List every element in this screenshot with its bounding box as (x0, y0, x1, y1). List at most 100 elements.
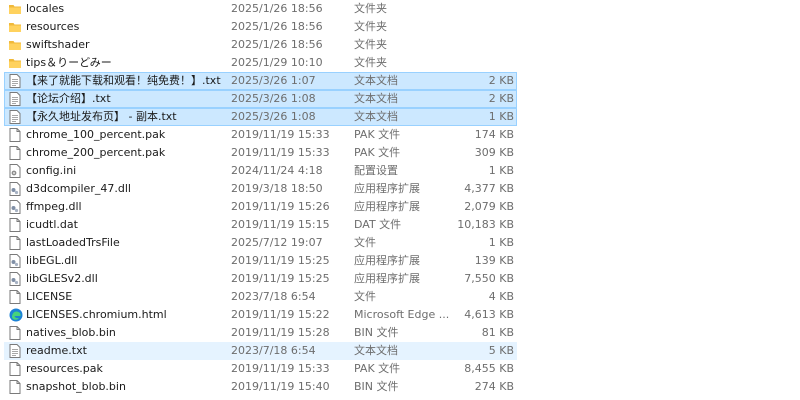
file-size: 1 KB (488, 236, 514, 249)
settings-file-icon (9, 164, 21, 178)
file-date: 2019/11/19 15:25 (231, 272, 330, 285)
file-row[interactable]: resources 2025/1/26 18:56 文件夹 (0, 18, 800, 36)
file-name: d3dcompiler_47.dll (26, 182, 131, 195)
text-file-icon (9, 344, 21, 358)
file-row[interactable]: LICENSES.chromium.html 2019/11/19 15:22 Mi… (0, 306, 800, 324)
file-row[interactable]: libGLESv2.dll 2019/11/19 15:25 应用程序扩展 7,550… (0, 270, 800, 288)
file-date: 2025/3/26 1:07 (231, 74, 316, 87)
file-name: 【永久地址发布页】 - 副本.txt (26, 110, 177, 123)
folder-icon (9, 2, 21, 16)
file-date: 2025/3/26 1:08 (231, 110, 316, 123)
file-size: 2 KB (488, 74, 514, 87)
file-size: 2,079 KB (464, 200, 514, 213)
folder-icon (9, 38, 21, 52)
file-date: 2023/7/18 6:54 (231, 290, 316, 303)
file-date: 2019/3/18 18:50 (231, 182, 323, 195)
dll-file-icon (9, 200, 21, 214)
file-row[interactable]: locales 2025/1/26 18:56 文件夹 (0, 0, 800, 18)
file-name: natives_blob.bin (26, 326, 116, 339)
file-row[interactable]: 【永久地址发布页】 - 副本.txt 2025/3/26 1:08 文本文档 1 KB (0, 108, 800, 126)
file-row[interactable]: config.ini 2024/11/24 4:18 配置设置 1 KB (0, 162, 800, 180)
file-name: resources.pak (26, 362, 103, 375)
folder-icon (9, 20, 21, 34)
file-type: 文件夹 (354, 20, 387, 33)
file-date: 2019/11/19 15:25 (231, 254, 330, 267)
file-size: 174 KB (474, 128, 514, 141)
file-row[interactable]: libEGL.dll 2019/11/19 15:25 应用程序扩展 139 KB (0, 252, 800, 270)
file-date: 2025/7/12 19:07 (231, 236, 323, 249)
file-name: libEGL.dll (26, 254, 78, 267)
file-icon (9, 128, 21, 142)
file-date: 2019/11/19 15:40 (231, 380, 330, 393)
file-size: 1 KB (488, 164, 514, 177)
file-name: config.ini (26, 164, 77, 177)
file-name: readme.txt (26, 344, 87, 357)
file-icon (9, 326, 21, 340)
file-type: 文件夹 (354, 38, 387, 51)
file-size: 10,183 KB (457, 218, 514, 231)
file-icon (9, 362, 21, 376)
file-date: 2019/11/19 15:33 (231, 146, 330, 159)
file-date: 2019/11/19 15:26 (231, 200, 330, 213)
file-name: locales (26, 2, 65, 15)
file-name: tips＆りーどみー (26, 56, 112, 69)
file-name: icudtl.dat (26, 218, 78, 231)
file-row[interactable]: d3dcompiler_47.dll 2019/3/18 18:50 应用程序扩展 4… (0, 180, 800, 198)
file-size: 81 KB (481, 326, 514, 339)
file-date: 2019/11/19 15:28 (231, 326, 330, 339)
file-row[interactable]: chrome_100_percent.pak 2019/11/19 15:33 PA… (0, 126, 800, 144)
file-date: 2023/7/18 6:54 (231, 344, 316, 357)
file-size: 5 KB (488, 344, 514, 357)
dll-file-icon (9, 182, 21, 196)
file-row[interactable]: icudtl.dat 2019/11/19 15:15 DAT 文件 10,183 K… (0, 216, 800, 234)
dll-file-icon (9, 272, 21, 286)
file-row[interactable]: readme.txt 2023/7/18 6:54 文本文档 5 KB (0, 342, 800, 360)
file-date: 2019/11/19 15:33 (231, 362, 330, 375)
file-row[interactable]: resources.pak 2019/11/19 15:33 PAK 文件 8,455… (0, 360, 800, 378)
file-row[interactable]: snapshot_blob.bin 2019/11/19 15:40 BIN 文件 2… (0, 378, 800, 396)
file-name: 【来了就能下载和观看！纯免费！】.txt (26, 74, 221, 87)
file-row[interactable]: 【论坛介绍】.txt 2025/3/26 1:08 文本文档 2 KB (0, 90, 800, 108)
dll-file-icon (9, 254, 21, 268)
file-date: 2025/1/26 18:56 (231, 20, 323, 33)
file-row[interactable]: lastLoadedTrsFile 2025/7/12 19:07 文件 1 KB (0, 234, 800, 252)
file-name: chrome_200_percent.pak (26, 146, 166, 159)
file-row[interactable]: 【来了就能下载和观看！纯免费！】.txt 2025/3/26 1:07 文本文档 2 … (0, 72, 800, 90)
file-date: 2025/1/29 10:10 (231, 56, 323, 69)
file-date: 2019/11/19 15:15 (231, 218, 330, 231)
file-row[interactable]: chrome_200_percent.pak 2019/11/19 15:33 PA… (0, 144, 800, 162)
file-row[interactable]: ffmpeg.dll 2019/11/19 15:26 应用程序扩展 2,079 KB (0, 198, 800, 216)
file-date: 2025/3/26 1:08 (231, 92, 316, 105)
file-date: 2019/11/19 15:22 (231, 308, 330, 321)
file-size: 274 KB (474, 380, 514, 393)
file-row[interactable]: LICENSE 2023/7/18 6:54 文件 4 KB (0, 288, 800, 306)
file-name: lastLoadedTrsFile (26, 236, 120, 249)
file-date: 2025/1/26 18:56 (231, 38, 323, 51)
file-row[interactable]: natives_blob.bin 2019/11/19 15:28 BIN 文件 81… (0, 324, 800, 342)
folder-icon (9, 56, 21, 70)
file-type: 文件夹 (354, 2, 387, 15)
file-type: 文件夹 (354, 56, 387, 69)
file-date: 2024/11/24 4:18 (231, 164, 323, 177)
file-size: 2 KB (488, 92, 514, 105)
file-date: 2019/11/19 15:33 (231, 128, 330, 141)
file-size: 4,613 KB (464, 308, 514, 321)
file-name: LICENSE (26, 290, 73, 303)
file-icon (9, 236, 21, 250)
edge-html-icon (9, 308, 23, 322)
file-size: 1 KB (488, 110, 514, 123)
file-name: 【论坛介绍】.txt (26, 92, 111, 105)
file-size: 4 KB (488, 290, 514, 303)
file-icon (9, 290, 21, 304)
file-name: libGLESv2.dll (26, 272, 98, 285)
file-name: snapshot_blob.bin (26, 380, 126, 393)
file-name: swiftshader (26, 38, 90, 51)
file-row[interactable]: tips＆りーどみー 2025/1/29 10:10 文件夹 (0, 54, 800, 72)
file-size: 7,550 KB (464, 272, 514, 285)
file-icon (9, 218, 21, 232)
file-name: resources (26, 20, 80, 33)
file-icon (9, 380, 21, 394)
file-size: 8,455 KB (464, 362, 514, 375)
file-name: chrome_100_percent.pak (26, 128, 166, 141)
file-row[interactable]: swiftshader 2025/1/26 18:56 文件夹 (0, 36, 800, 54)
